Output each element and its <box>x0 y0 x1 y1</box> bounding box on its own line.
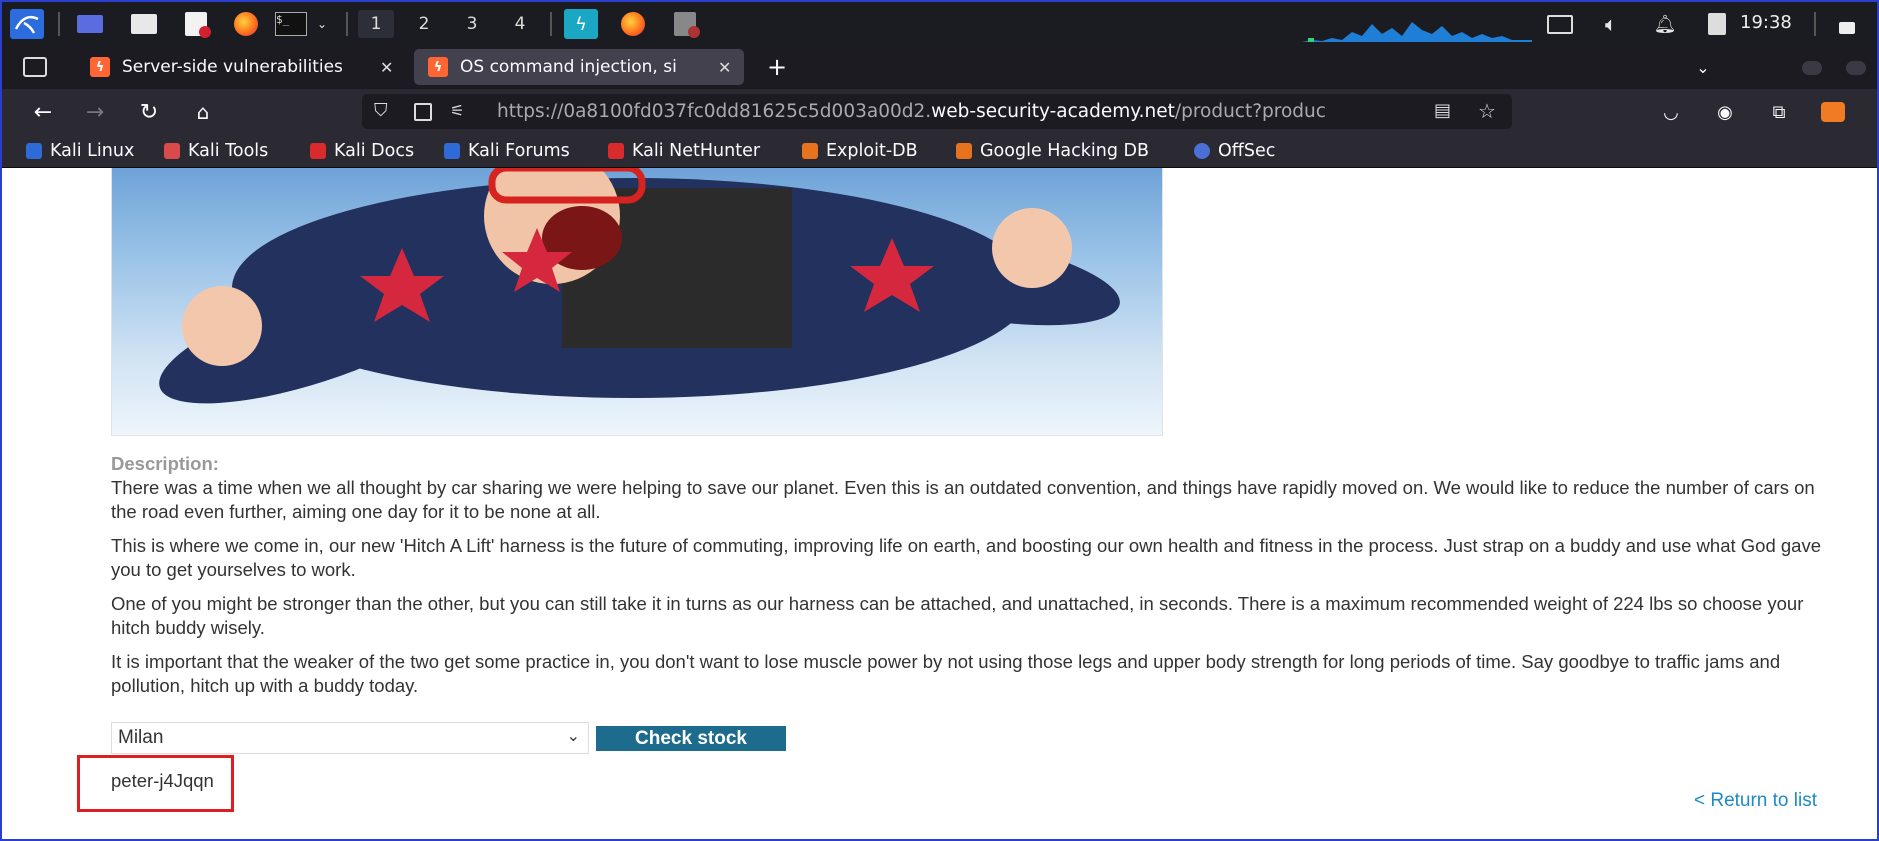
bookmark-label: OffSec <box>1218 141 1276 161</box>
product-image <box>111 168 1163 436</box>
kali-menu-icon[interactable] <box>10 9 44 39</box>
browser-window: $_ ⌄ 1 2 3 4 ϟ 🔈︎ 🔔︎ 19:38 ϟ Server-side… <box>0 0 1879 841</box>
bookmark-exploit-db[interactable]: Exploit-DB <box>802 139 918 163</box>
bookmark-kali-nethunter[interactable]: Kali NetHunter <box>608 139 760 163</box>
home-icon[interactable]: ⌂ <box>188 97 218 127</box>
return-to-list-link[interactable]: < Return to list <box>1694 790 1817 812</box>
volume-icon[interactable]: 🔈︎ <box>1596 9 1626 39</box>
tab-title: Server-side vulnerabilities <box>122 57 343 77</box>
kali-forums-icon <box>444 143 460 159</box>
check-stock-button[interactable]: Check stock <box>596 726 786 751</box>
kali-nethunter-icon <box>608 143 624 159</box>
text-editor-icon[interactable] <box>180 9 212 39</box>
file-manager-icon[interactable] <box>128 9 160 39</box>
taskbar: $_ ⌄ 1 2 3 4 ϟ 🔈︎ 🔔︎ 19:38 <box>2 2 1877 45</box>
bookmark-label: Kali Tools <box>188 141 269 161</box>
lock-icon[interactable] <box>1832 9 1862 39</box>
pocket-icon[interactable]: ◡ <box>1656 97 1686 127</box>
firefox-icon[interactable] <box>230 9 262 39</box>
lock-icon[interactable] <box>414 103 432 121</box>
terminal-icon[interactable]: $_ <box>274 9 308 39</box>
bookmark-label: Google Hacking DB <box>980 141 1150 161</box>
tab-overview-icon[interactable] <box>20 52 50 82</box>
tab-server-side-vulnerabilities[interactable]: ϟ Server-side vulnerabilities ✕ <box>76 49 404 85</box>
window-minimize-icon[interactable] <box>1802 61 1822 75</box>
bookmark-kali-docs[interactable]: Kali Docs <box>310 139 414 163</box>
bookmark-kali-linux[interactable]: Kali Linux <box>26 139 134 163</box>
firefox-window-icon[interactable] <box>616 9 650 39</box>
store-select[interactable]: Milan ⌄ <box>111 722 589 754</box>
description-label: Description: <box>111 453 219 474</box>
workspace-1[interactable]: 1 <box>358 10 394 38</box>
extensions-icon[interactable]: ⧉ <box>1764 97 1794 127</box>
url-text[interactable]: https://0a8100fd037fc0dd81625c5d003a00d2… <box>497 101 1427 122</box>
chevron-down-icon: ⌄ <box>566 728 580 745</box>
close-icon[interactable]: ✕ <box>380 58 393 77</box>
window-close-icon[interactable] <box>1846 61 1866 75</box>
desktop-icon[interactable] <box>74 9 106 39</box>
new-tab-icon[interactable]: + <box>762 52 792 82</box>
clock: 19:38 <box>1740 12 1792 33</box>
tab-list-chevron-icon[interactable]: ⌄ <box>1688 52 1718 82</box>
taskbar-separator <box>550 12 552 36</box>
bookmark-label: Kali Docs <box>334 141 415 161</box>
bookmark-label: Kali Forums <box>468 141 570 161</box>
kali-linux-icon <box>26 143 42 159</box>
tab-bar: ϟ Server-side vulnerabilities ✕ ϟ OS com… <box>2 45 1877 89</box>
close-icon[interactable]: ✕ <box>718 58 731 77</box>
skydiver-image <box>159 168 1120 404</box>
taskbar-separator <box>346 12 348 36</box>
burp-extension-icon[interactable] <box>1818 97 1848 127</box>
bookmark-google-hacking-db[interactable]: Google Hacking DB <box>956 139 1149 163</box>
reader-view-icon[interactable]: ▤ <box>1434 100 1451 121</box>
bookmark-label: Exploit-DB <box>826 141 918 161</box>
store-select-value: Milan <box>118 727 164 748</box>
shield-icon[interactable]: ⛉ <box>374 100 388 121</box>
workspace-4[interactable]: 4 <box>502 10 538 38</box>
description-paragraph: This is where we come in, our new 'Hitch… <box>111 535 1822 580</box>
clipboard-icon[interactable] <box>1702 9 1732 39</box>
description-paragraph: It is important that the weaker of the t… <box>111 651 1781 696</box>
navigation-bar: ← → ↻ ⌂ ⛉ ⚟ https://0a8100fd037fc0dd8162… <box>2 89 1877 135</box>
url-bar[interactable]: ⛉ ⚟ https://0a8100fd037fc0dd81625c5d003a… <box>362 94 1512 129</box>
display-icon[interactable] <box>1545 9 1575 39</box>
account-icon[interactable]: ◉ <box>1710 97 1740 127</box>
tab-title: OS command injection, si <box>460 57 677 77</box>
bookmark-kali-forums[interactable]: Kali Forums <box>444 139 570 163</box>
reload-icon[interactable]: ↻ <box>134 97 164 127</box>
google-hacking-db-icon <box>956 143 972 159</box>
bookmark-offsec[interactable]: OffSec <box>1194 139 1275 163</box>
notification-bell-icon[interactable]: 🔔︎ <box>1650 9 1680 39</box>
burp-app-icon[interactable]: ϟ <box>564 9 598 39</box>
tab-os-command-injection[interactable]: ϟ OS command injection, si ✕ <box>414 49 744 85</box>
bookmark-kali-tools[interactable]: Kali Tools <box>164 139 268 163</box>
web-security-academy-icon: ϟ <box>428 57 448 77</box>
taskbar-separator <box>1814 12 1816 36</box>
description-paragraph: One of you might be stronger than the ot… <box>111 593 1804 638</box>
bookmark-label: Kali NetHunter <box>632 141 761 161</box>
forward-arrow-icon[interactable]: → <box>80 97 110 127</box>
bookmark-star-icon[interactable]: ☆ <box>1478 99 1496 123</box>
page-content: Description: There was a time when we al… <box>2 168 1877 839</box>
workspace-3[interactable]: 3 <box>454 10 490 38</box>
permissions-icon[interactable]: ⚟ <box>450 101 464 120</box>
stock-result: peter-j4Jqqn <box>111 770 214 791</box>
offsec-icon <box>1194 143 1210 159</box>
cpu-graph-icon <box>1302 22 1532 42</box>
kali-tools-icon <box>164 143 180 159</box>
taskbar-separator <box>58 12 60 36</box>
web-security-academy-icon: ϟ <box>90 57 110 77</box>
document-app-icon[interactable] <box>668 9 702 39</box>
bookmark-label: Kali Linux <box>50 141 135 161</box>
bookmarks-bar: Kali Linux Kali Tools Kali Docs Kali For… <box>2 135 1877 168</box>
workspace-2[interactable]: 2 <box>406 10 442 38</box>
chevron-down-icon[interactable]: ⌄ <box>314 9 330 39</box>
kali-docs-icon <box>310 143 326 159</box>
description-paragraph: There was a time when we all thought by … <box>111 477 1815 522</box>
back-arrow-icon[interactable]: ← <box>28 97 58 127</box>
exploit-db-icon <box>802 143 818 159</box>
